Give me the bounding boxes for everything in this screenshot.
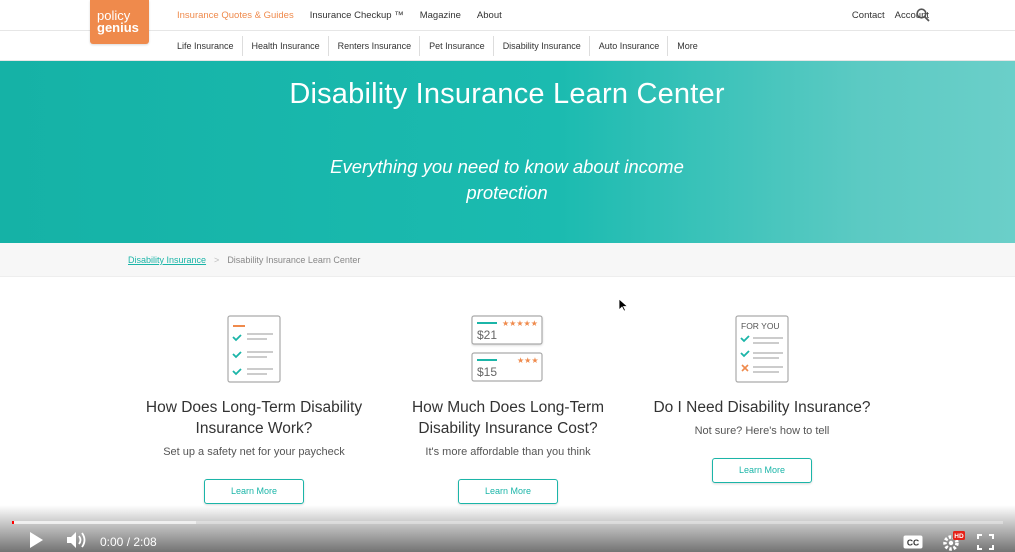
search-icon[interactable] [916, 8, 930, 22]
hd-badge: HD [954, 533, 964, 540]
card-description: Not sure? Here's how to tell [694, 425, 830, 437]
card-description: It's more affordable than you think [425, 446, 591, 458]
card-title: How Much Does Long-Term Disability Insur… [411, 399, 605, 437]
breadcrumb-parent-link[interactable]: Disability Insurance [128, 255, 206, 265]
subnav-pet-insurance[interactable]: Pet Insurance [420, 36, 494, 56]
breadcrumb-bar: Disability Insurance > Disability Insura… [0, 243, 1015, 277]
breadcrumb-current: Disability Insurance Learn Center [227, 255, 361, 265]
mouse-cursor-icon [619, 299, 628, 312]
hero-banner: Disability Insurance Learn Center Everyt… [0, 61, 1015, 243]
icon-label-for-you: FOR YOU [741, 321, 780, 331]
subnav-auto-insurance[interactable]: Auto Insurance [590, 36, 669, 56]
video-played-bar [12, 521, 14, 524]
price-comparison-icon: ★★★★★ $21 ★★★ $15 [471, 315, 543, 382]
nav-insurance-checkup[interactable]: Insurance Checkup ™ [310, 10, 404, 21]
nav-about[interactable]: About [477, 10, 502, 21]
subnav-life-insurance[interactable]: Life Insurance [168, 36, 243, 56]
subnav-health-insurance[interactable]: Health Insurance [243, 36, 329, 56]
top-navbar: policy genius Insurance Quotes & Guides … [0, 0, 1015, 44]
breadcrumb: Disability Insurance > Disability Insura… [128, 255, 360, 265]
subnav-more[interactable]: More [668, 36, 706, 56]
nav-magazine[interactable]: Magazine [420, 10, 461, 21]
category-subnav: Life Insurance Health Insurance Renters … [0, 31, 1015, 61]
price-2: $15 [477, 365, 497, 379]
nav-contact[interactable]: Contact [852, 10, 885, 21]
learn-more-button-1[interactable]: Learn More [204, 479, 304, 504]
fullscreen-icon[interactable] [977, 534, 994, 550]
main-nav: Insurance Quotes & Guides Insurance Chec… [177, 10, 518, 21]
play-icon[interactable] [28, 531, 44, 549]
volume-icon[interactable] [66, 531, 88, 549]
logo-line-2: genius [97, 20, 139, 35]
card-description: Set up a safety net for your paycheck [163, 446, 345, 458]
svg-text:★★★: ★★★ [517, 356, 539, 365]
learn-more-button-3[interactable]: Learn More [712, 458, 812, 483]
svg-text:★★★★★: ★★★★★ [502, 319, 538, 328]
video-buffered-bar [12, 521, 197, 524]
price-1: $21 [477, 328, 497, 342]
nav-insurance-quotes[interactable]: Insurance Quotes & Guides [177, 10, 294, 21]
checklist-icon [227, 315, 281, 383]
subnav-disability-insurance[interactable]: Disability Insurance [494, 36, 590, 56]
card-cost: ★★★★★ $21 ★★★ $15 How Much Does Long-Ter… [388, 315, 628, 504]
for-you-checklist-icon: FOR YOU [735, 315, 789, 383]
card-title: Do I Need Disability Insurance? [653, 399, 871, 416]
policygenius-logo[interactable]: policy genius [90, 0, 149, 44]
captions-label: CC [907, 538, 919, 548]
card-title: How Does Long-Term Disability Insurance … [145, 399, 363, 437]
learn-more-button-2[interactable]: Learn More [458, 479, 558, 504]
subnav-renters-insurance[interactable]: Renters Insurance [329, 36, 421, 56]
captions-icon[interactable]: CC [903, 535, 923, 549]
card-do-i-need: FOR YOU Do I Need Disability Insurance? … [642, 315, 882, 483]
video-time: 0:00 / 2:08 [100, 535, 157, 549]
page-subtitle: Everything you need to know about income… [330, 156, 684, 203]
video-controls-bar: 0:00 / 2:08 CC HD [0, 505, 1015, 552]
settings-gear-icon[interactable]: HD [941, 530, 965, 552]
card-how-it-works: How Does Long-Term Disability Insurance … [134, 315, 374, 504]
page-title: Disability Insurance Learn Center [289, 78, 725, 110]
video-progress-bar[interactable] [12, 521, 1003, 524]
breadcrumb-separator: > [214, 255, 220, 265]
